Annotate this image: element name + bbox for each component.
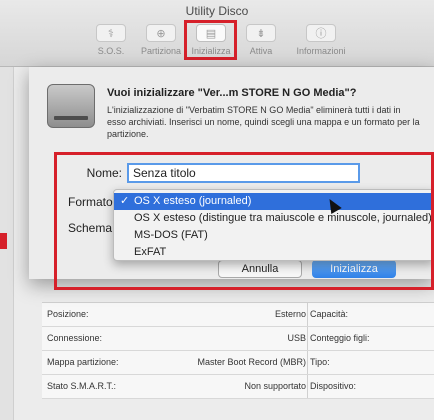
info-row: Stato S.M.A.R.T.: Non supportato Disposi… <box>42 375 434 399</box>
info-key: Posizione: <box>47 309 89 319</box>
info-divider <box>307 327 308 350</box>
toolbar-mount-label: Attiva <box>249 46 273 56</box>
mount-icon: ⇟ <box>246 24 276 42</box>
sidebar <box>0 67 14 420</box>
partition-icon: ⊕ <box>146 24 176 42</box>
sheet-title: Vuoi inizializzare "Ver...m STORE N GO M… <box>107 87 357 99</box>
info-value: Non supportato <box>244 381 306 391</box>
toolbar-info-button[interactable]: ⓘ Informazioni <box>291 24 351 64</box>
info-key: Mappa partizione: <box>47 357 119 367</box>
hard-drive-icon <box>47 84 95 128</box>
info-divider <box>307 303 308 326</box>
toolbar-partition-button[interactable]: ⊕ Partiziona <box>136 24 186 64</box>
info-value: USB <box>287 333 306 343</box>
info-row: Posizione: Esterno Capacità: <box>42 303 434 327</box>
info-row: Mappa partizione: Master Boot Record (MB… <box>42 351 434 375</box>
info-value: Esterno <box>274 309 306 319</box>
toolbar-sos-button[interactable]: ⚕ S.O.S. <box>86 24 136 64</box>
stethoscope-icon: ⚕ <box>96 24 126 42</box>
info-icon: ⓘ <box>306 24 336 42</box>
toolbar: Utility Disco ⚕ S.O.S. ⊕ Partiziona ▤ In… <box>0 0 434 67</box>
info-key: Connessione: <box>47 333 103 343</box>
sidebar-selection-marker <box>0 233 7 249</box>
window-title: Utility Disco <box>185 4 249 18</box>
info-value: Master Boot Record (MBR) <box>197 357 306 367</box>
toolbar-partition-label: Partiziona <box>140 46 182 56</box>
info-key-right: Conteggio figli: <box>310 333 370 343</box>
annotation-box-toolbar <box>184 20 237 60</box>
info-key-right: Dispositivo: <box>310 381 357 391</box>
toolbar-mount-button[interactable]: ⇟ Attiva <box>236 24 286 64</box>
info-key-right: Tipo: <box>310 357 330 367</box>
info-table: Posizione: Esterno Capacità: Connessione… <box>42 302 434 399</box>
info-key: Stato S.M.A.R.T.: <box>47 381 117 391</box>
toolbar-info-label: Informazioni <box>296 46 346 56</box>
info-divider <box>307 375 308 398</box>
info-key-right: Capacità: <box>310 309 349 319</box>
sheet-message: L'inizializzazione di "Verbatim STORE N … <box>107 105 420 139</box>
toolbar-sos-label: S.O.S. <box>97 46 125 56</box>
info-divider <box>307 351 308 374</box>
annotation-box-form <box>54 152 434 290</box>
info-row: Connessione: USB Conteggio figli: <box>42 327 434 351</box>
